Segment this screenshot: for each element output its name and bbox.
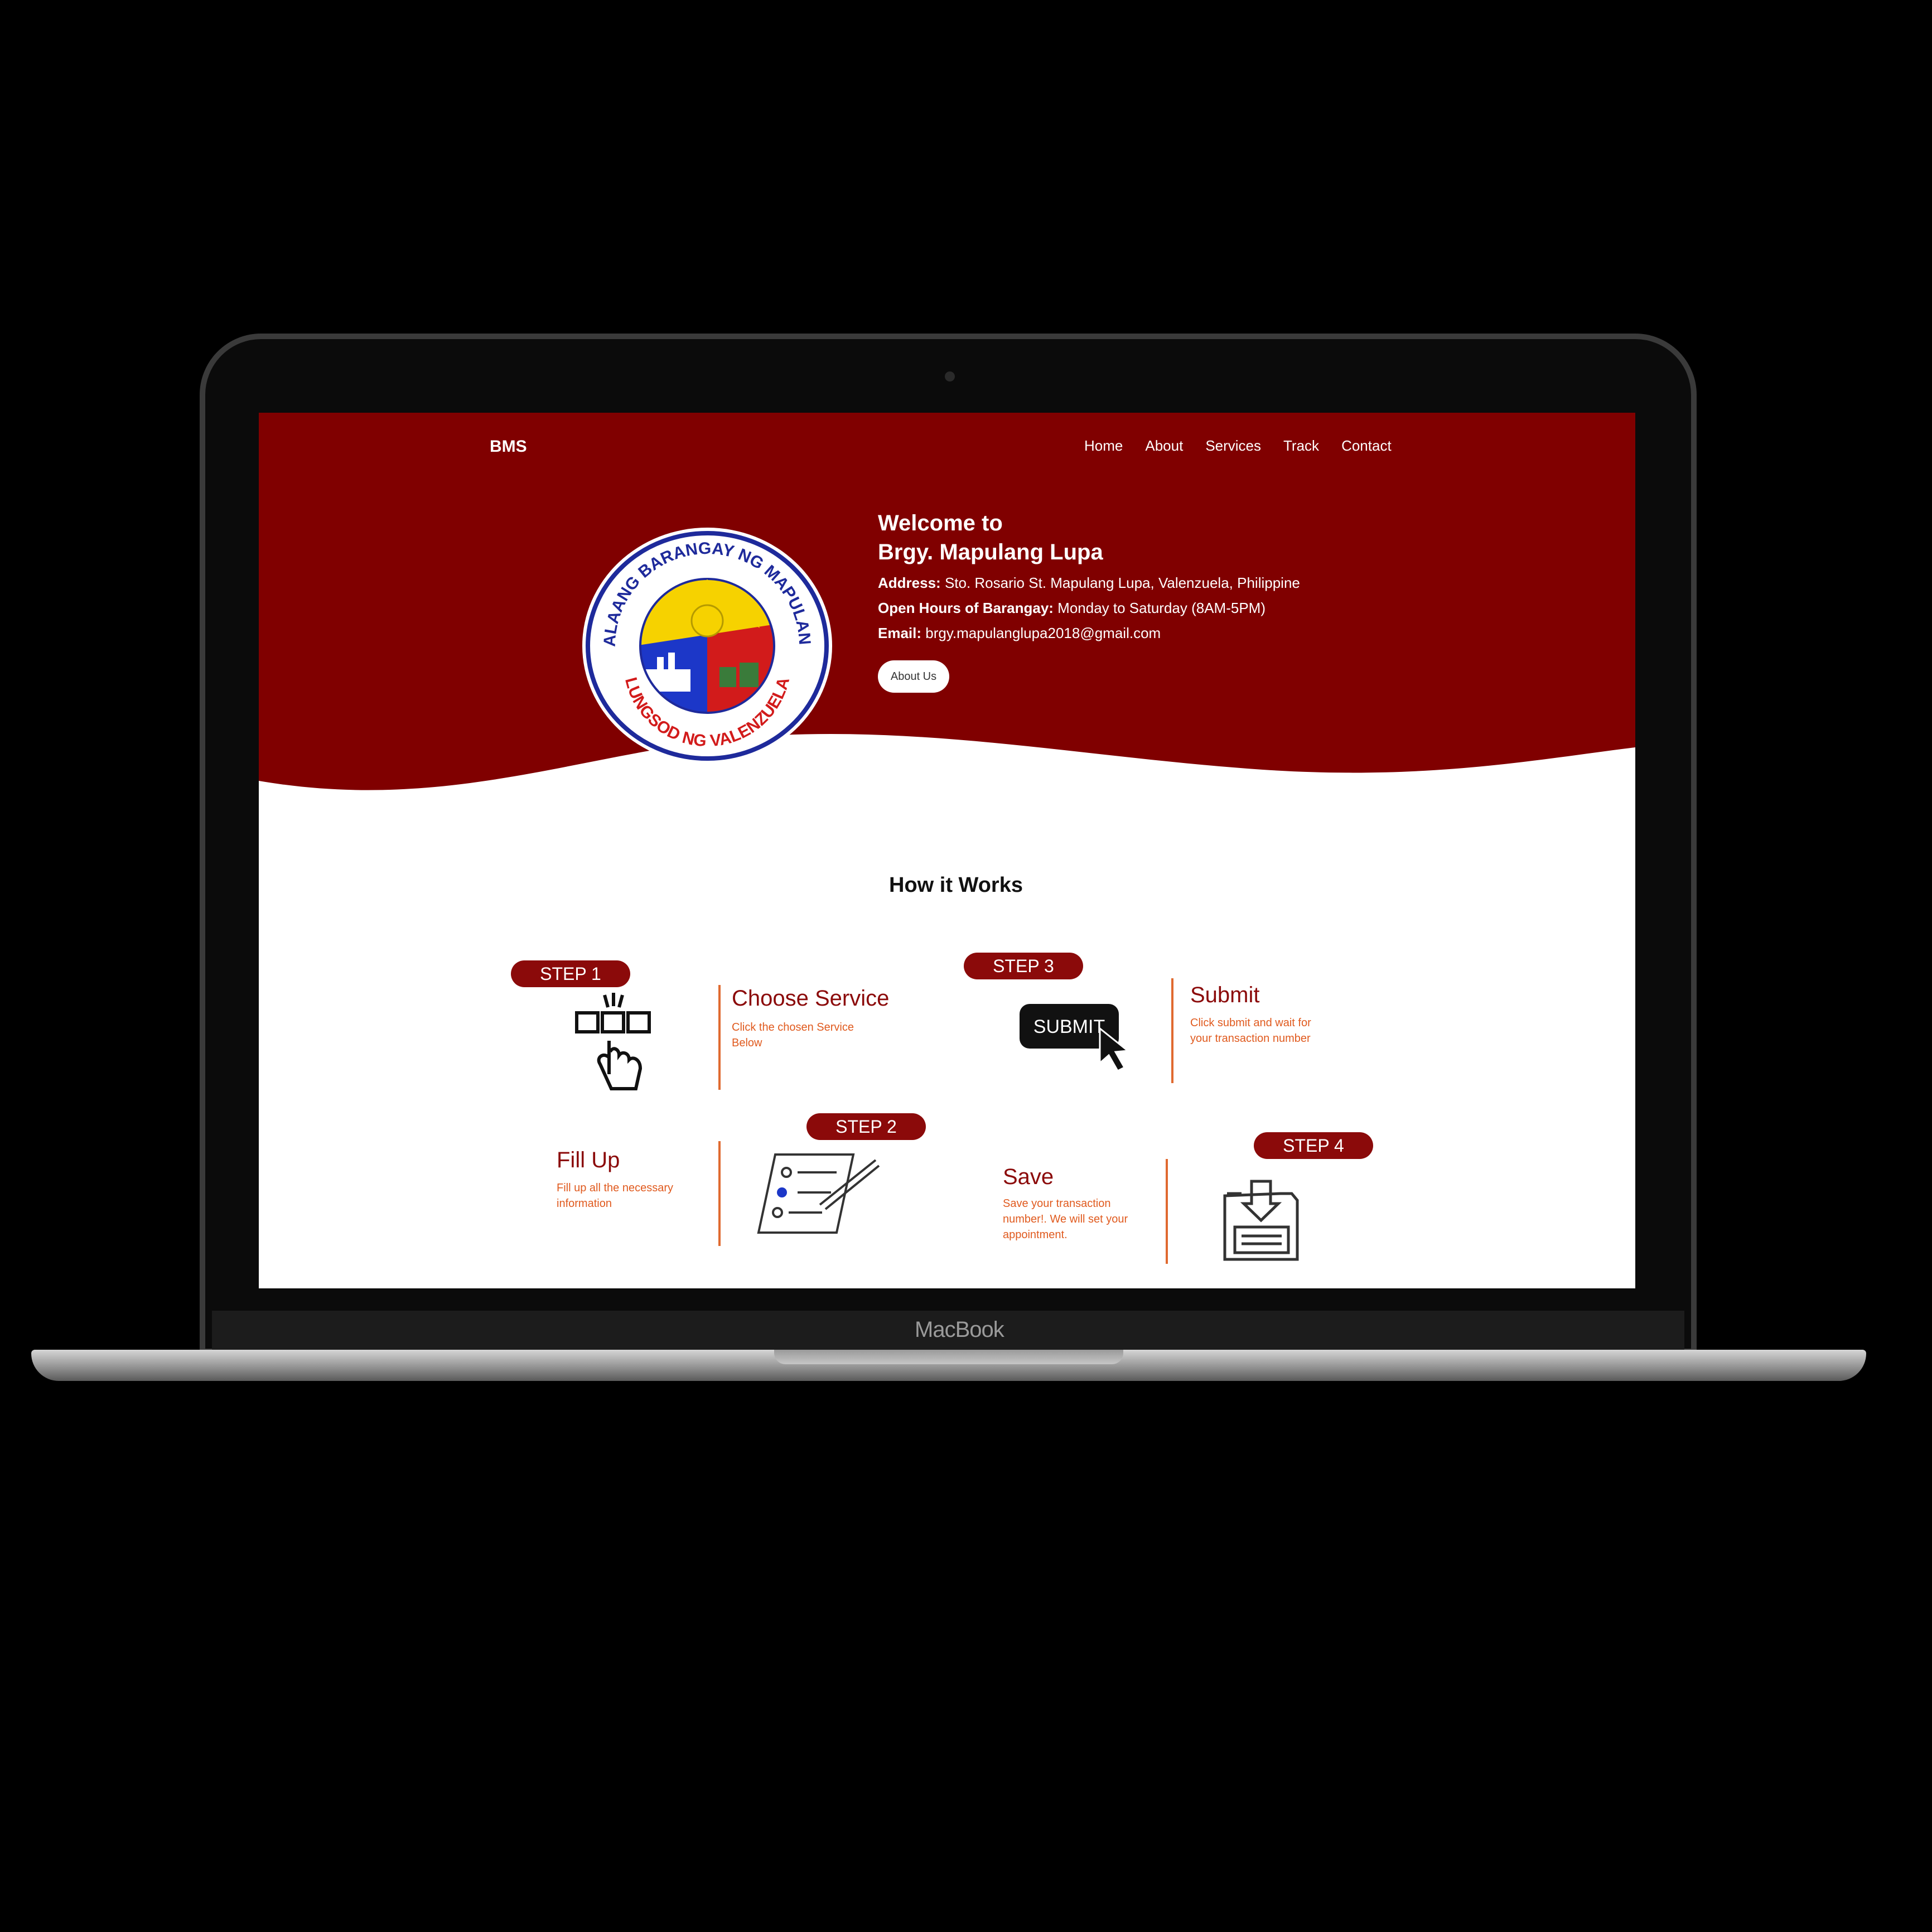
hero-title-line2: Brgy. Mapulang Lupa — [878, 540, 1103, 564]
how-it-works-title: How it Works — [889, 873, 1023, 897]
hero-title-line1: Welcome to — [878, 511, 1003, 535]
hero-address: Address: Sto. Rosario St. Mapulang Lupa,… — [878, 574, 1436, 592]
nav-home[interactable]: Home — [1084, 437, 1123, 455]
step-3-title: Submit — [1190, 983, 1260, 1007]
nav-services[interactable]: Services — [1205, 437, 1261, 455]
step-1-desc: Click the chosen Service Below — [732, 1021, 854, 1049]
top-nav: Home About Services Track Contact — [1084, 437, 1392, 455]
address-label: Address: — [878, 574, 941, 591]
email-label: Email: — [878, 625, 922, 641]
step-3-desc: Click submit and wait for your transacti… — [1190, 1017, 1311, 1045]
submit-button-cursor-icon: SUBMIT — [1020, 1004, 1130, 1072]
hero-email: Email: brgy.mapulanglupa2018@gmail.com — [878, 625, 1436, 642]
step-3-divider — [1171, 978, 1173, 1083]
nav-track[interactable]: Track — [1283, 437, 1319, 455]
nav-contact[interactable]: Contact — [1341, 437, 1392, 455]
nav-about[interactable]: About — [1145, 437, 1183, 455]
step-1-divider — [718, 985, 721, 1090]
form-pen-icon — [757, 1153, 880, 1234]
step-2-title: Fill Up — [557, 1148, 620, 1172]
barangay-seal-logo: PAMAHALAANG BARANGAY NG MAPULANG LUPA LU… — [579, 523, 832, 764]
address-value: Sto. Rosario St. Mapulang Lupa, Valenzue… — [944, 574, 1300, 591]
browser-viewport: BMS Home About Services Track Contact PA… — [259, 413, 1635, 1288]
step-3-pill: STEP 3 — [964, 953, 1083, 979]
step-1-title: Choose Service — [732, 986, 890, 1011]
hero-hours: Open Hours of Barangay: Monday to Saturd… — [878, 600, 1436, 617]
step-4-desc: Save your transaction number!. We will s… — [1003, 1197, 1128, 1241]
save-download-icon — [1223, 1180, 1299, 1261]
webcam-icon — [945, 371, 955, 381]
hero-info: Welcome to Brgy. Mapulang Lupa Address: … — [878, 509, 1436, 642]
hand-pointer-boxes-icon — [575, 993, 651, 1090]
hours-label: Open Hours of Barangay: — [878, 600, 1054, 616]
step-2-divider — [718, 1141, 721, 1246]
step-1-pill: STEP 1 — [511, 960, 630, 987]
step-2-pill: STEP 2 — [806, 1113, 926, 1140]
svg-text:SUBMIT: SUBMIT — [1033, 1016, 1105, 1037]
step-4-title: Save — [1003, 1165, 1054, 1189]
about-us-button[interactable]: About Us — [878, 660, 949, 693]
email-value: brgy.mapulanglupa2018@gmail.com — [925, 625, 1161, 641]
hours-value: Monday to Saturday (8AM-5PM) — [1057, 600, 1266, 616]
step-4-divider — [1166, 1159, 1168, 1264]
step-2-desc: Fill up all the necessary information — [557, 1182, 673, 1210]
step-4-pill: STEP 4 — [1254, 1132, 1373, 1159]
laptop-brand-label: MacBook — [915, 1317, 1004, 1342]
laptop-hinge-notch — [774, 1350, 1123, 1364]
site-logo[interactable]: BMS — [490, 437, 527, 456]
